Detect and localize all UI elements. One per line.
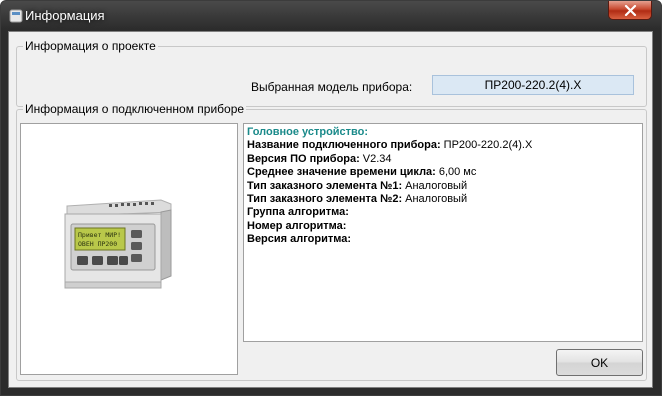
info-row: Тип заказного элемента №1: Аналоговый <box>247 179 468 192</box>
project-info-group: Информация о проекте Выбранная модель пр… <box>16 39 647 107</box>
selected-model-field[interactable]: ПР200-220.2(4).Х <box>432 75 634 95</box>
selected-model-label: Выбранная модель прибора: <box>251 80 413 94</box>
title-bar[interactable]: Информация <box>1 1 661 31</box>
device-screen-line1: Привет МИР! <box>78 231 121 239</box>
info-row: Номер алгоритма: <box>247 219 347 232</box>
device-info-panel[interactable]: Головное устройство: Название подключенн… <box>243 123 643 342</box>
info-row: Версия ПО прибора: V2.34 <box>247 152 392 165</box>
info-row: Название подключенного прибора: ПР200-220… <box>247 139 533 152</box>
device-image-panel: Привет МИР! ОВЕН ПР200 <box>20 123 238 375</box>
project-info-group-label: Информация о проекте <box>23 39 158 53</box>
dialog-window: Информация Информация о проекте Выбранна… <box>0 0 662 396</box>
info-heading: Головное устройство: <box>247 126 369 138</box>
close-icon <box>624 5 637 16</box>
device-image: Привет МИР! ОВЕН ПР200 <box>64 199 172 289</box>
info-row: Группа алгоритма: <box>247 206 349 219</box>
device-info-group-label: Информация о подключенном приборе <box>23 102 247 116</box>
ok-button[interactable]: OK <box>556 349 643 376</box>
info-row: Версия алгоритма: <box>247 233 352 246</box>
info-row: Тип заказного элемента №2: Аналоговый <box>247 193 468 206</box>
device-screen-line2: ОВЕН ПР200 <box>78 240 117 248</box>
window-title: Информация <box>25 8 105 23</box>
close-button[interactable] <box>608 1 652 20</box>
dialog-body: Информация о проекте Выбранная модель пр… <box>8 31 653 388</box>
app-icon <box>9 9 23 23</box>
info-row: Среднее значение времени цикла: 6,00 мс <box>247 166 477 179</box>
